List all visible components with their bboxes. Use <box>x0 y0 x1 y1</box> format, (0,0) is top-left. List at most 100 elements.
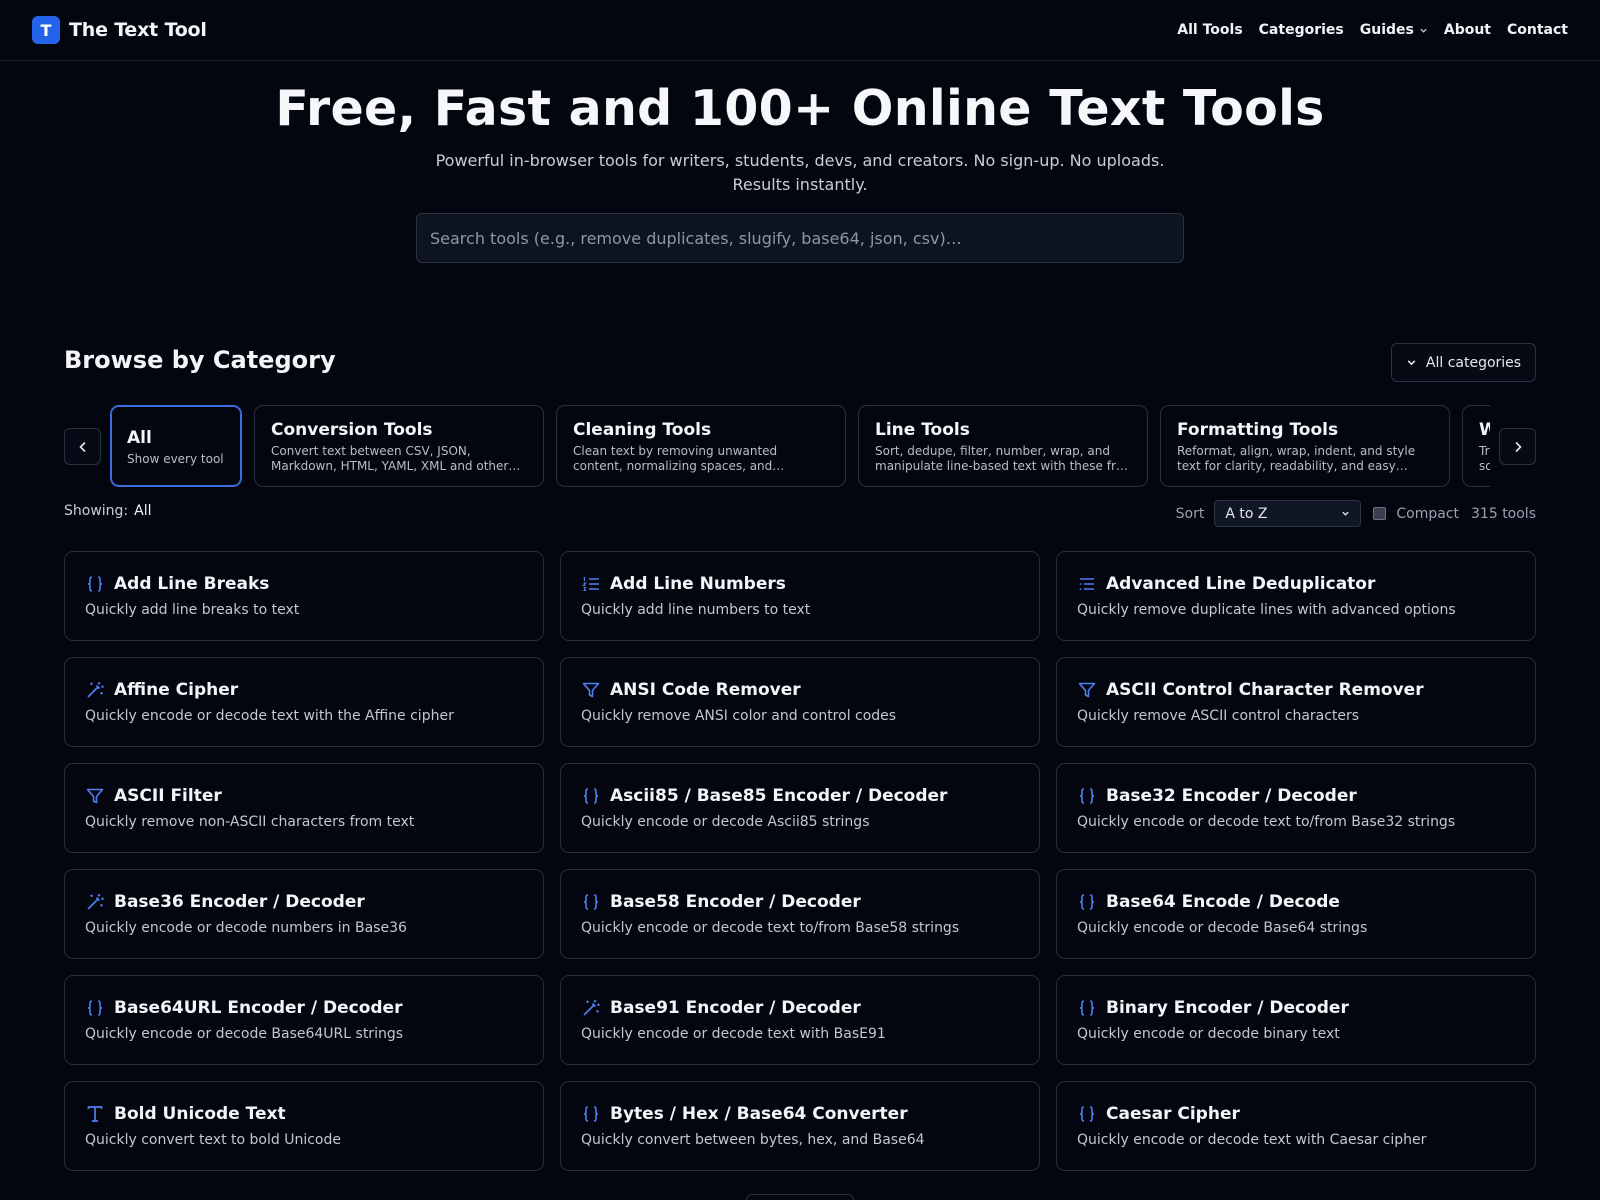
tool-card-header: Add Line Numbers <box>581 574 1019 594</box>
category-card[interactable]: Formatting Tools Reformat, align, wrap, i… <box>1160 405 1450 487</box>
wand-icon <box>581 998 601 1018</box>
category-card[interactable]: Line Tools Sort, dedupe, filter, number, … <box>858 405 1148 487</box>
tool-description: Quickly add line numbers to text <box>581 602 811 618</box>
nav-guides[interactable]: Guides <box>1360 22 1428 38</box>
tool-description: Quickly encode or decode Base64URL strin… <box>85 1026 404 1042</box>
logo: T <box>32 16 60 44</box>
tool-card[interactable]: Advanced Line Deduplicator Quickly remove… <box>1056 551 1536 641</box>
category-card[interactable]: Conversion Tools Convert text between CSV… <box>254 405 544 487</box>
braces-icon <box>1077 786 1097 806</box>
tool-card[interactable]: ANSI Code Remover Quickly remove ANSI col… <box>560 657 1040 747</box>
compact-checkbox[interactable] <box>1373 507 1387 520</box>
browse-title: Browse by Category <box>64 346 336 374</box>
filter-icon <box>1077 680 1097 700</box>
brand-name: The Text Tool <box>69 19 207 41</box>
category-card[interactable]: Cleaning Tools Clean text by removing unw… <box>556 405 846 487</box>
category-prev-button[interactable] <box>64 428 101 465</box>
tool-card[interactable]: Bold Unicode Text Quickly convert text to… <box>64 1081 544 1171</box>
category-description: Convert text between CSV, JSON, Markdown… <box>271 444 521 473</box>
tool-title: Base91 Encoder / Decoder <box>610 998 861 1018</box>
sort-select[interactable]: A to Z <box>1214 500 1362 527</box>
tool-description: Quickly remove duplicate lines with adva… <box>1077 602 1456 618</box>
tool-card-header: Base64URL Encoder / Decoder <box>85 998 523 1018</box>
tool-title: Base36 Encoder / Decoder <box>114 892 365 912</box>
chevron-down-icon <box>1342 511 1350 516</box>
wand-icon <box>85 680 105 700</box>
tool-description: Quickly encode or decode binary text <box>1077 1026 1340 1042</box>
tool-description: Quickly add line breaks to text <box>85 602 300 618</box>
top-bar: T The Text Tool All Tools Categories Gui… <box>0 0 1600 61</box>
tool-card[interactable]: Caesar Cipher Quickly encode or decode te… <box>1056 1081 1536 1171</box>
tool-title: ASCII Control Character Remover <box>1106 680 1424 700</box>
braces-icon <box>1077 892 1097 912</box>
chevron-right-icon <box>1514 441 1522 452</box>
tool-card-header: Base64 Encode / Decode <box>1077 892 1515 912</box>
all-categories-button[interactable]: All categories <box>1391 343 1536 382</box>
wand-icon <box>85 892 105 912</box>
tool-title: ANSI Code Remover <box>610 680 801 700</box>
tool-card[interactable]: Bytes / Hex / Base64 Converter Quickly co… <box>560 1081 1040 1171</box>
nav-about[interactable]: About <box>1444 22 1491 38</box>
category-name: All <box>127 428 152 448</box>
tool-title: Ascii85 / Base85 Encoder / Decoder <box>610 786 948 806</box>
brand[interactable]: T The Text Tool <box>32 16 207 44</box>
tool-card[interactable]: Base32 Encoder / Decoder Quickly encode o… <box>1056 763 1536 853</box>
tool-card[interactable]: Add Line Breaks Quickly add line breaks t… <box>64 551 544 641</box>
tool-card-header: Bytes / Hex / Base64 Converter <box>581 1104 1019 1124</box>
tool-title: Binary Encoder / Decoder <box>1106 998 1349 1018</box>
tool-description: Quickly remove non-ASCII characters from… <box>85 814 415 830</box>
braces-icon <box>1077 998 1097 1018</box>
chevron-down-icon <box>1420 28 1427 33</box>
tool-title: Advanced Line Deduplicator <box>1106 574 1376 594</box>
tool-description: Quickly encode or decode numbers in Base… <box>85 920 407 936</box>
main-nav: All Tools Categories Guides About Contac… <box>1177 22 1568 38</box>
tool-card[interactable]: ASCII Control Character Remover Quickly r… <box>1056 657 1536 747</box>
category-name: Conversion Tools <box>271 420 433 440</box>
chevron-down-icon <box>1407 360 1416 366</box>
showing-filter: Showing: All <box>64 503 152 519</box>
tool-card[interactable]: Ascii85 / Base85 Encoder / Decoder Quickl… <box>560 763 1040 853</box>
tool-title: Bold Unicode Text <box>114 1104 286 1124</box>
tool-card[interactable]: Binary Encoder / Decoder Quickly encode o… <box>1056 975 1536 1065</box>
category-card[interactable]: W Tr… so… <box>1462 405 1490 487</box>
tool-card[interactable]: Base36 Encoder / Decoder Quickly encode o… <box>64 869 544 959</box>
category-next-button[interactable] <box>1499 428 1536 465</box>
tool-description: Quickly remove ANSI color and control co… <box>581 708 897 724</box>
tool-card-header: Bold Unicode Text <box>85 1104 523 1124</box>
chevron-left-icon <box>78 441 86 452</box>
filter-icon <box>85 786 105 806</box>
tool-description: Quickly encode or decode text with the A… <box>85 708 454 724</box>
tool-description: Quickly convert text to bold Unicode <box>85 1132 341 1148</box>
tool-description: Quickly encode or decode text to/from Ba… <box>1077 814 1456 830</box>
tool-card[interactable]: Add Line Numbers Quickly add line numbers… <box>560 551 1040 641</box>
tool-title: Affine Cipher <box>114 680 239 700</box>
tool-card[interactable]: Base58 Encoder / Decoder Quickly encode o… <box>560 869 1040 959</box>
search-input[interactable] <box>416 213 1184 263</box>
tool-title: Base64 Encode / Decode <box>1106 892 1340 912</box>
tool-card-header: ASCII Control Character Remover <box>1077 680 1515 700</box>
nav-contact[interactable]: Contact <box>1507 22 1568 38</box>
tool-card[interactable]: Affine Cipher Quickly encode or decode te… <box>64 657 544 747</box>
load-more-button[interactable] <box>746 1194 854 1200</box>
category-name: Formatting Tools <box>1177 420 1339 440</box>
tool-card-header: Ascii85 / Base85 Encoder / Decoder <box>581 786 1019 806</box>
nav-categories[interactable]: Categories <box>1259 22 1344 38</box>
tool-card[interactable]: Base64URL Encoder / Decoder Quickly encod… <box>64 975 544 1065</box>
tool-description: Quickly encode or decode text with BasE9… <box>581 1026 886 1042</box>
tool-card[interactable]: Base91 Encoder / Decoder Quickly encode o… <box>560 975 1040 1065</box>
category-description: Sort, dedupe, filter, number, wrap, and … <box>875 444 1128 473</box>
category-description: Reformat, align, wrap, indent, and style… <box>1177 444 1416 473</box>
tool-description: Quickly encode or decode text to/from Ba… <box>581 920 960 936</box>
compact-label: Compact <box>1396 505 1460 522</box>
tool-title: ASCII Filter <box>114 786 222 806</box>
tool-card[interactable]: ASCII Filter Quickly remove non-ASCII cha… <box>64 763 544 853</box>
category-card[interactable]: All Show every tool <box>110 405 242 487</box>
tool-card-header: Caesar Cipher <box>1077 1104 1515 1124</box>
tool-description: Quickly encode or decode Base64 strings <box>1077 920 1368 936</box>
tool-card[interactable]: Base64 Encode / Decode Quickly encode or … <box>1056 869 1536 959</box>
tool-title: Base58 Encoder / Decoder <box>610 892 861 912</box>
tool-title: Add Line Numbers <box>610 574 786 594</box>
nav-all-tools[interactable]: All Tools <box>1177 22 1242 38</box>
list-icon <box>1077 574 1097 594</box>
tool-description: Quickly remove ASCII control characters <box>1077 708 1360 724</box>
